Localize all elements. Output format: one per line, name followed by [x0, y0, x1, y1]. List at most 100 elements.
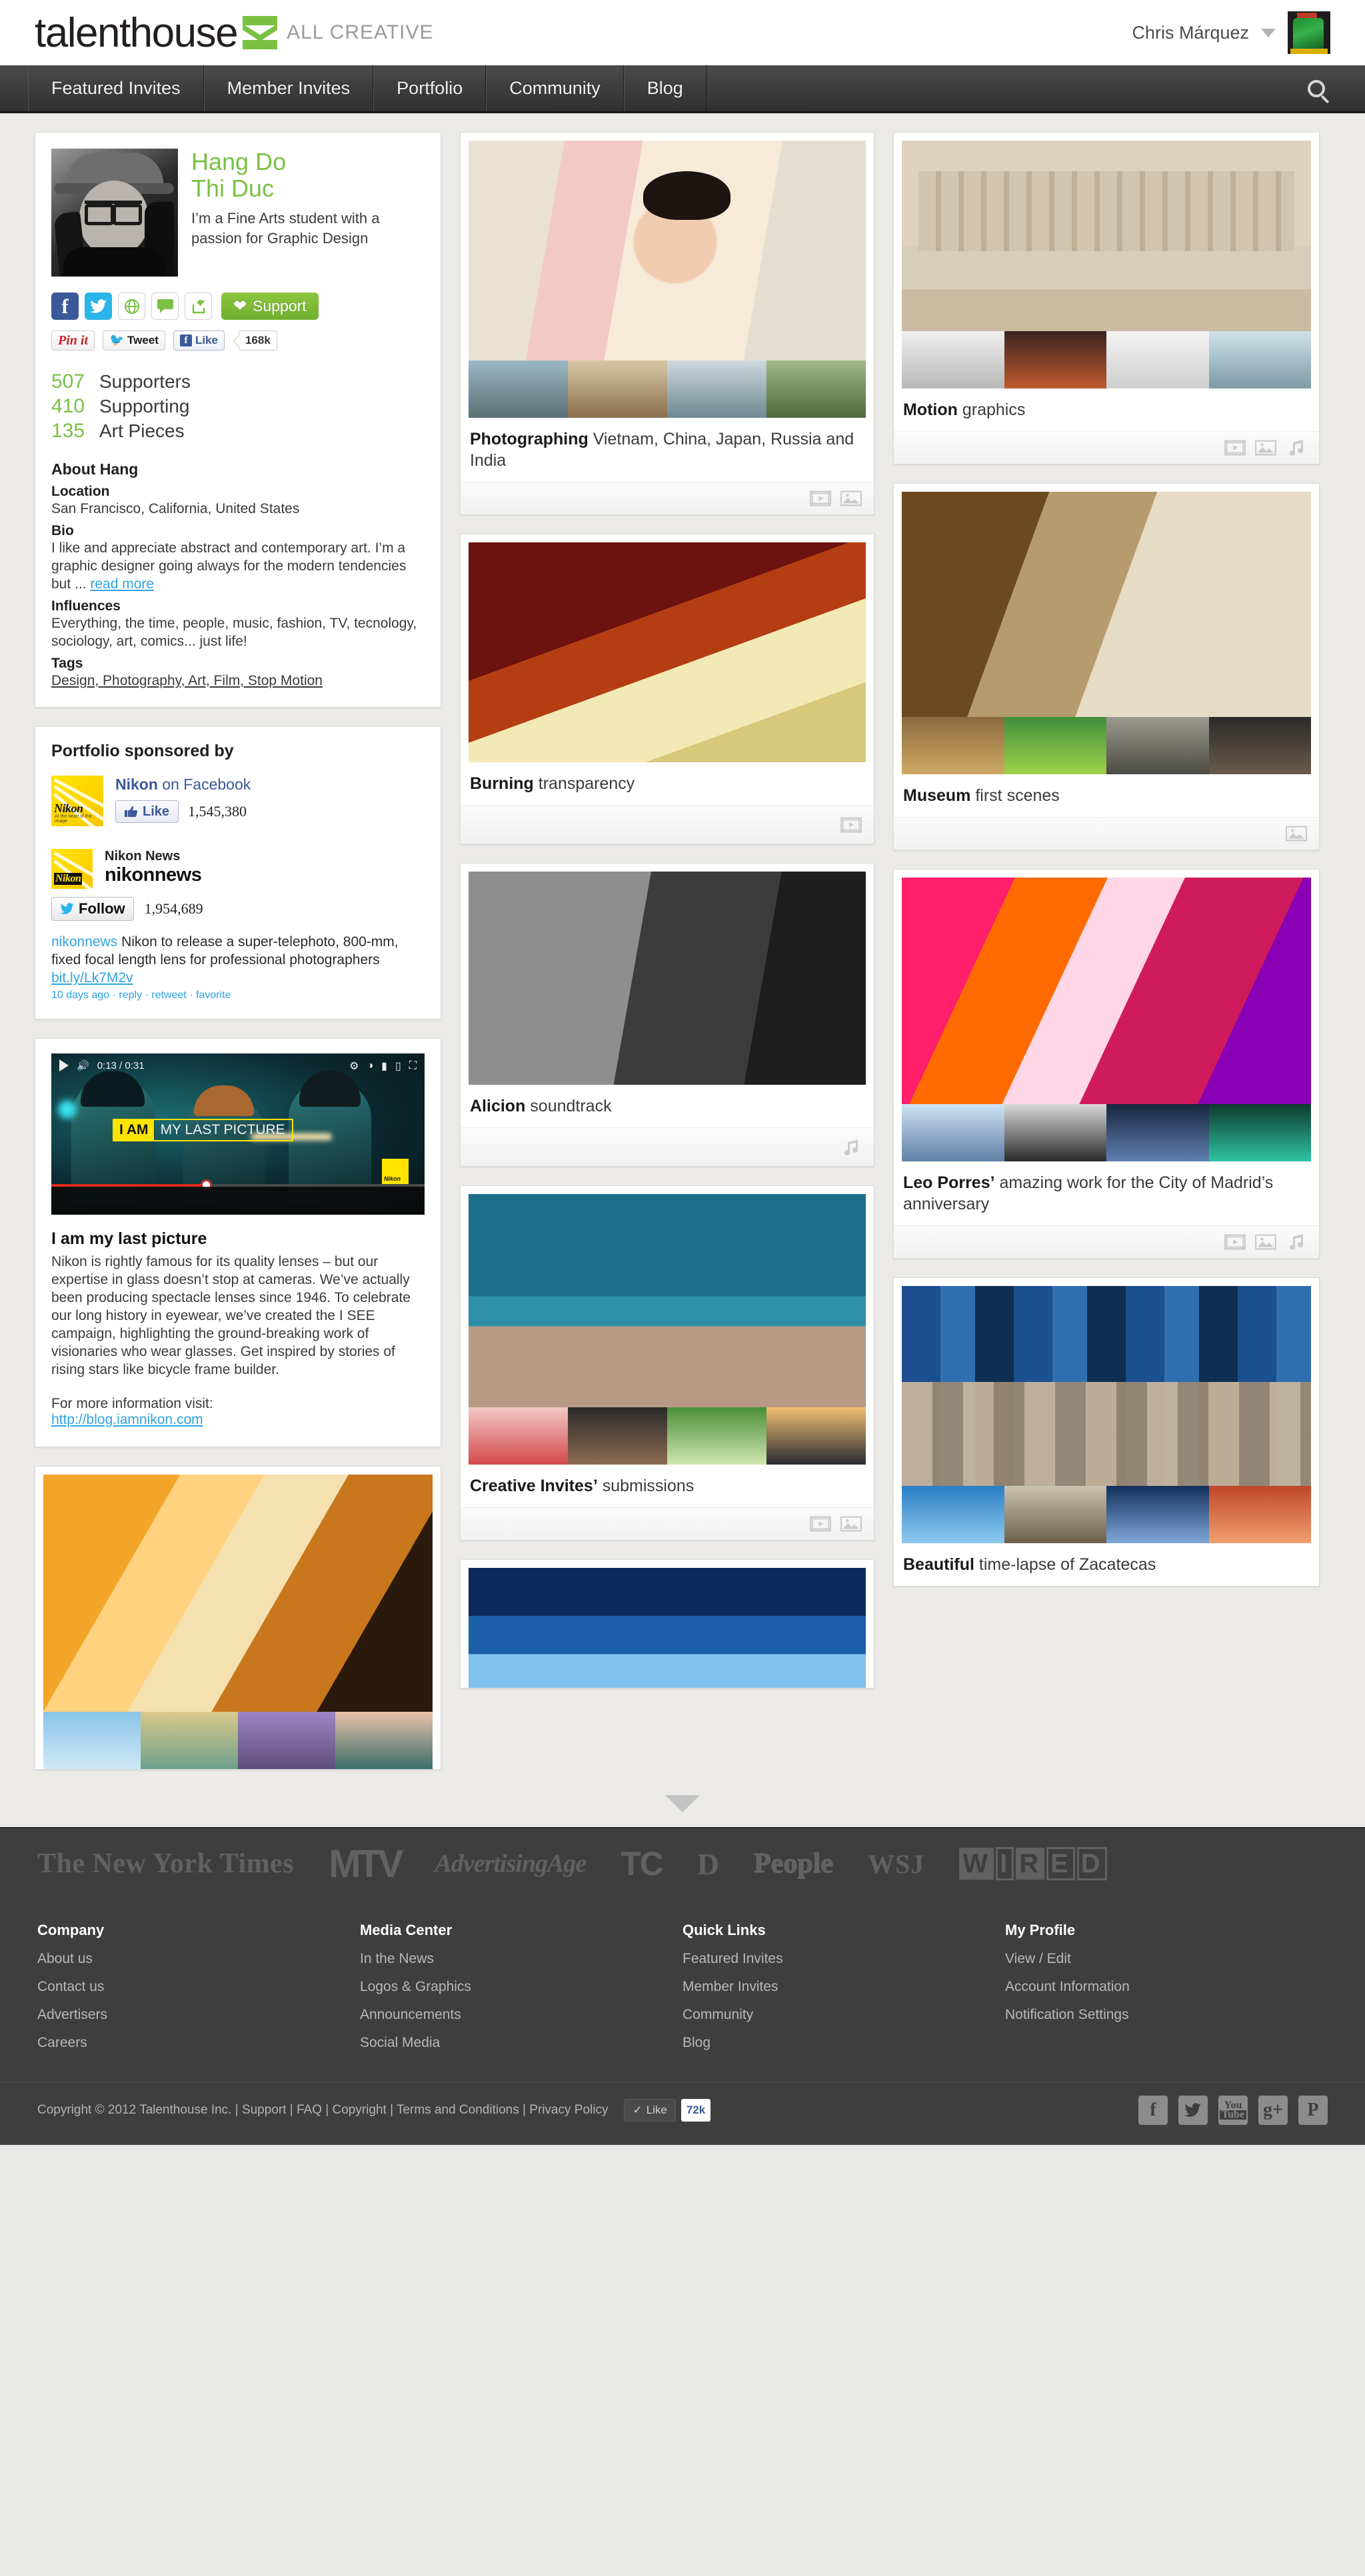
thumbnail[interactable] [766, 1407, 866, 1465]
search-button[interactable] [1308, 65, 1365, 111]
facebook-icon[interactable]: f [1138, 2096, 1168, 2125]
tags-value[interactable]: Design, Photography, Art, Film, Stop Mot… [51, 672, 425, 690]
comment-icon[interactable] [151, 293, 179, 320]
thumbnail[interactable] [902, 1486, 1004, 1543]
thumbnail[interactable] [1004, 1486, 1106, 1543]
portfolio-thumbnails[interactable] [469, 1407, 866, 1465]
thumbnail[interactable] [238, 1712, 335, 1769]
nav-item-member-invites[interactable]: Member Invites [203, 65, 374, 111]
footer-link-contact-us[interactable]: Contact us [37, 1979, 360, 1995]
tweet-link[interactable]: bit.ly/Lk7M2v [51, 970, 133, 985]
portfolio-hero-image[interactable] [469, 1568, 866, 1688]
youtube-icon[interactable]: You Tube [1218, 2096, 1248, 2125]
footer-link-careers[interactable]: Careers [37, 2035, 360, 2051]
googleplus-icon[interactable]: g+ [1258, 2096, 1288, 2125]
thumbnail[interactable] [568, 1407, 667, 1465]
portfolio-hero-image[interactable] [469, 542, 866, 762]
tweet-meta[interactable]: 10 days ago · reply · retweet · favorite [51, 989, 425, 1001]
brand-logo[interactable]: talenthouse ALL CREATIVE [35, 9, 434, 57]
portfolio-hero-image[interactable] [469, 872, 866, 1085]
thumbnail[interactable] [1004, 1104, 1106, 1161]
size-icon[interactable]: ▯ [395, 1059, 401, 1073]
footer-link-blog[interactable]: Blog [682, 2035, 1005, 2051]
portfolio-card-next[interactable] [460, 1559, 874, 1688]
portfolio-thumbnails[interactable] [902, 1104, 1311, 1161]
tags-links[interactable]: Design, Photography, Art, Film, Stop Mot… [51, 673, 323, 688]
search-icon[interactable] [1308, 79, 1325, 97]
portfolio-card-burning[interactable]: Burning transparency [460, 534, 874, 844]
thumbnail[interactable] [1208, 1486, 1311, 1543]
support-button[interactable]: ❤ Support [221, 293, 319, 320]
thumbnail[interactable] [1106, 1486, 1209, 1543]
thumbnail[interactable] [141, 1712, 238, 1769]
portfolio-hero-image[interactable] [902, 1286, 1311, 1486]
user-menu[interactable]: Chris Márquez [1132, 11, 1330, 54]
copyright-text[interactable]: Copyright © 2012 Talenthouse Inc. | Supp… [37, 2103, 608, 2118]
footer-link-social-media[interactable]: Social Media [360, 2035, 682, 2051]
portfolio-card-photographing[interactable]: Photographing Vietnam, China, Japan, Rus… [460, 132, 874, 515]
footer-link-advertisers[interactable]: Advertisers [37, 2007, 360, 2023]
portfolio-thumbnails[interactable] [43, 1712, 433, 1769]
thumbnail[interactable] [1106, 717, 1209, 774]
footer-link-member-invites[interactable]: Member Invites [682, 1979, 1005, 1995]
globe-icon[interactable] [118, 293, 145, 320]
sponsor-video-url[interactable]: http://blog.iamnikon.com [51, 1412, 203, 1427]
fullscreen-icon[interactable]: ⛶ [409, 1060, 417, 1072]
portfolio-card-motion-graphics[interactable]: Motion graphics [893, 132, 1320, 464]
thumbnail[interactable] [766, 360, 866, 418]
portfolio-thumbnails[interactable] [902, 331, 1311, 388]
nav-item-portfolio[interactable]: Portfolio [373, 65, 487, 111]
thumbnail[interactable] [1208, 331, 1311, 388]
twitter-icon[interactable] [1178, 2096, 1208, 2125]
thumbnail[interactable] [43, 1712, 141, 1769]
thumbnail[interactable] [1106, 1104, 1209, 1161]
footer-link-view-edit[interactable]: View / Edit [1005, 1951, 1328, 1967]
footer-link-community[interactable]: Community [682, 2007, 1005, 2023]
load-more-indicator[interactable] [35, 1788, 1330, 1827]
portfolio-thumbnails[interactable] [902, 717, 1311, 774]
twitter-follow-button[interactable]: Follow [51, 897, 134, 921]
thumbnail[interactable] [1208, 717, 1311, 774]
thumbnail[interactable] [667, 1407, 766, 1465]
nikon-facebook-title[interactable]: Nikon on Facebook [115, 776, 251, 794]
gear-icon[interactable]: ⚙ [349, 1059, 359, 1073]
footer-link-about-us[interactable]: About us [37, 1951, 360, 1967]
footer-facebook-like[interactable]: ✓ Like 72k [624, 2099, 711, 2122]
chevron-down-icon[interactable] [1261, 28, 1276, 37]
portfolio-hero-image[interactable] [469, 141, 866, 360]
footer-link-logos-graphics[interactable]: Logos & Graphics [360, 1979, 682, 1995]
footer-link-featured-invites[interactable]: Featured Invites [682, 1951, 1005, 1967]
thumbnail[interactable] [1106, 331, 1209, 388]
footer-link-announcements[interactable]: Announcements [360, 2007, 682, 2023]
portfolio-card-creative-invites[interactable]: Creative Invites’ submissions [460, 1185, 874, 1541]
thumbnail[interactable] [1004, 717, 1106, 774]
thumbnail[interactable] [667, 360, 766, 418]
footer-like-button[interactable]: ✓ Like [624, 2099, 676, 2122]
avatar[interactable] [1288, 11, 1330, 54]
footer-link-in-the-news[interactable]: In the News [360, 1951, 682, 1967]
portfolio-card-alicion[interactable]: Alicion soundtrack [460, 863, 874, 1167]
twitter-icon[interactable] [85, 293, 112, 320]
thumbnail[interactable] [1004, 331, 1106, 388]
portfolio-hero-image[interactable] [43, 1475, 433, 1712]
portfolio-thumbnails[interactable] [469, 360, 866, 418]
play-icon[interactable] [59, 1059, 69, 1071]
pinterest-icon[interactable]: P [1298, 2096, 1328, 2125]
facebook-like-button[interactable]: f Like [173, 330, 225, 350]
nav-item-blog[interactable]: Blog [623, 65, 706, 111]
portfolio-thumbnails[interactable] [902, 1486, 1311, 1543]
portfolio-hero-image[interactable] [902, 492, 1311, 717]
footer-link-notification-settings[interactable]: Notification Settings [1005, 2007, 1328, 2023]
portfolio-card-zacatecas[interactable]: Beautiful time-lapse of Zacatecas [893, 1277, 1320, 1587]
volume-icon[interactable]: 🔊 [77, 1059, 89, 1071]
share-icon[interactable] [185, 293, 212, 320]
read-more-link[interactable]: read more [90, 576, 154, 592]
video-player[interactable]: I AM MY LAST PICTURE Nikon 🔊 0:13 / 0:31… [51, 1053, 425, 1215]
thumbnail[interactable] [1208, 1104, 1311, 1161]
chevron-down-icon[interactable] [665, 1795, 700, 1812]
tweet-handle[interactable]: nikonnews [51, 934, 117, 950]
portfolio-card-museum[interactable]: Museum first scenes [893, 483, 1320, 850]
thumbnail[interactable] [902, 331, 1004, 388]
nikon-news-handle[interactable]: nikonnews [105, 864, 202, 886]
portfolio-hero-image[interactable] [902, 141, 1311, 331]
